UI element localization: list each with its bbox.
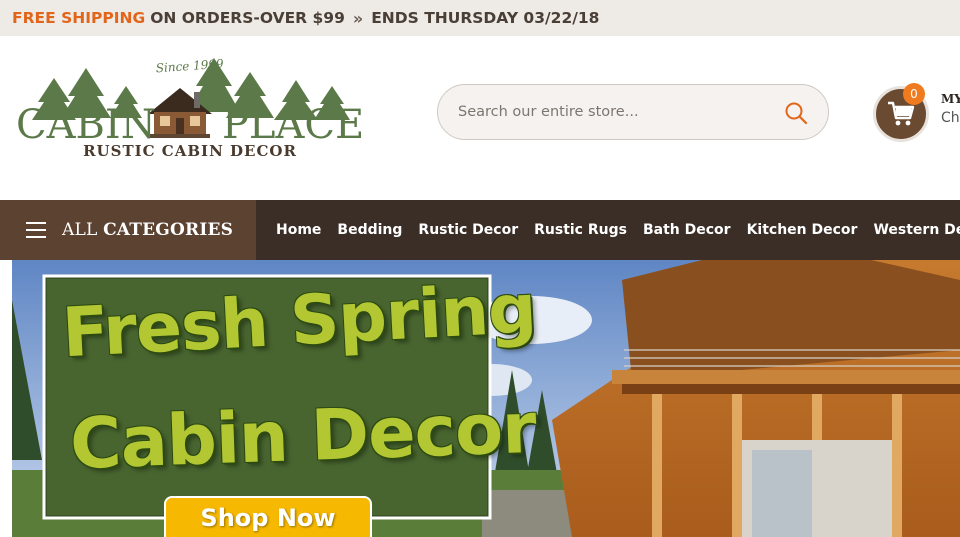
nav-item-bath-decor[interactable]: Bath Decor	[643, 222, 731, 238]
promo-text: ON ORDERS-OVER $99	[150, 9, 345, 27]
free-shipping-label: FREE SHIPPING	[12, 9, 146, 27]
cart-title[interactable]: MY	[941, 92, 960, 106]
hero-banner[interactable]: Fresh Spring Cabin Decor Shop Now	[12, 260, 960, 537]
logo-tagline: RUSTIC CABIN DECOR	[83, 142, 297, 160]
hamburger-menu-icon	[26, 222, 46, 238]
nav-item-home[interactable]: Home	[276, 222, 321, 238]
shopping-cart-icon	[888, 101, 915, 126]
cart-count-badge: 0	[903, 83, 925, 105]
nav-item-kitchen-decor[interactable]: Kitchen Decor	[747, 222, 858, 238]
site-header: Since 1999 CABIN PLACE RUSTIC CABIN DECO…	[0, 36, 960, 200]
all-categories-button[interactable]: ALL CATEGORIES	[0, 200, 256, 260]
main-nav: ALL CATEGORIES Home Bedding Rustic Decor…	[0, 200, 960, 260]
promo-ends: ENDS THURSDAY 03/22/18	[371, 9, 600, 27]
hero-title-line2: Cabin Decor	[68, 386, 537, 486]
site-logo[interactable]: Since 1999 CABIN PLACE RUSTIC CABIN DECO…	[14, 56, 368, 160]
search-box	[437, 84, 829, 140]
nav-item-bedding[interactable]: Bedding	[337, 222, 402, 238]
all-categories-label: ALL CATEGORIES	[62, 220, 234, 240]
nav-item-rustic-rugs[interactable]: Rustic Rugs	[534, 222, 627, 238]
search-icon[interactable]	[784, 101, 808, 125]
search-input[interactable]	[458, 104, 758, 120]
promo-separator: »	[352, 8, 364, 28]
nav-item-western-decor[interactable]: Western Decor	[873, 222, 960, 238]
shop-now-button[interactable]: Shop Now	[164, 496, 372, 537]
logo-graphic: Since 1999 CABIN PLACE RUSTIC CABIN DECO…	[16, 57, 364, 160]
cart-checkout-link[interactable]: Che	[941, 110, 960, 126]
promo-bar: FREE SHIPPING ON ORDERS-OVER $99 » ENDS …	[0, 0, 960, 36]
nav-menu: Home Bedding Rustic Decor Rustic Rugs Ba…	[276, 200, 960, 260]
nav-item-rustic-decor[interactable]: Rustic Decor	[418, 222, 518, 238]
